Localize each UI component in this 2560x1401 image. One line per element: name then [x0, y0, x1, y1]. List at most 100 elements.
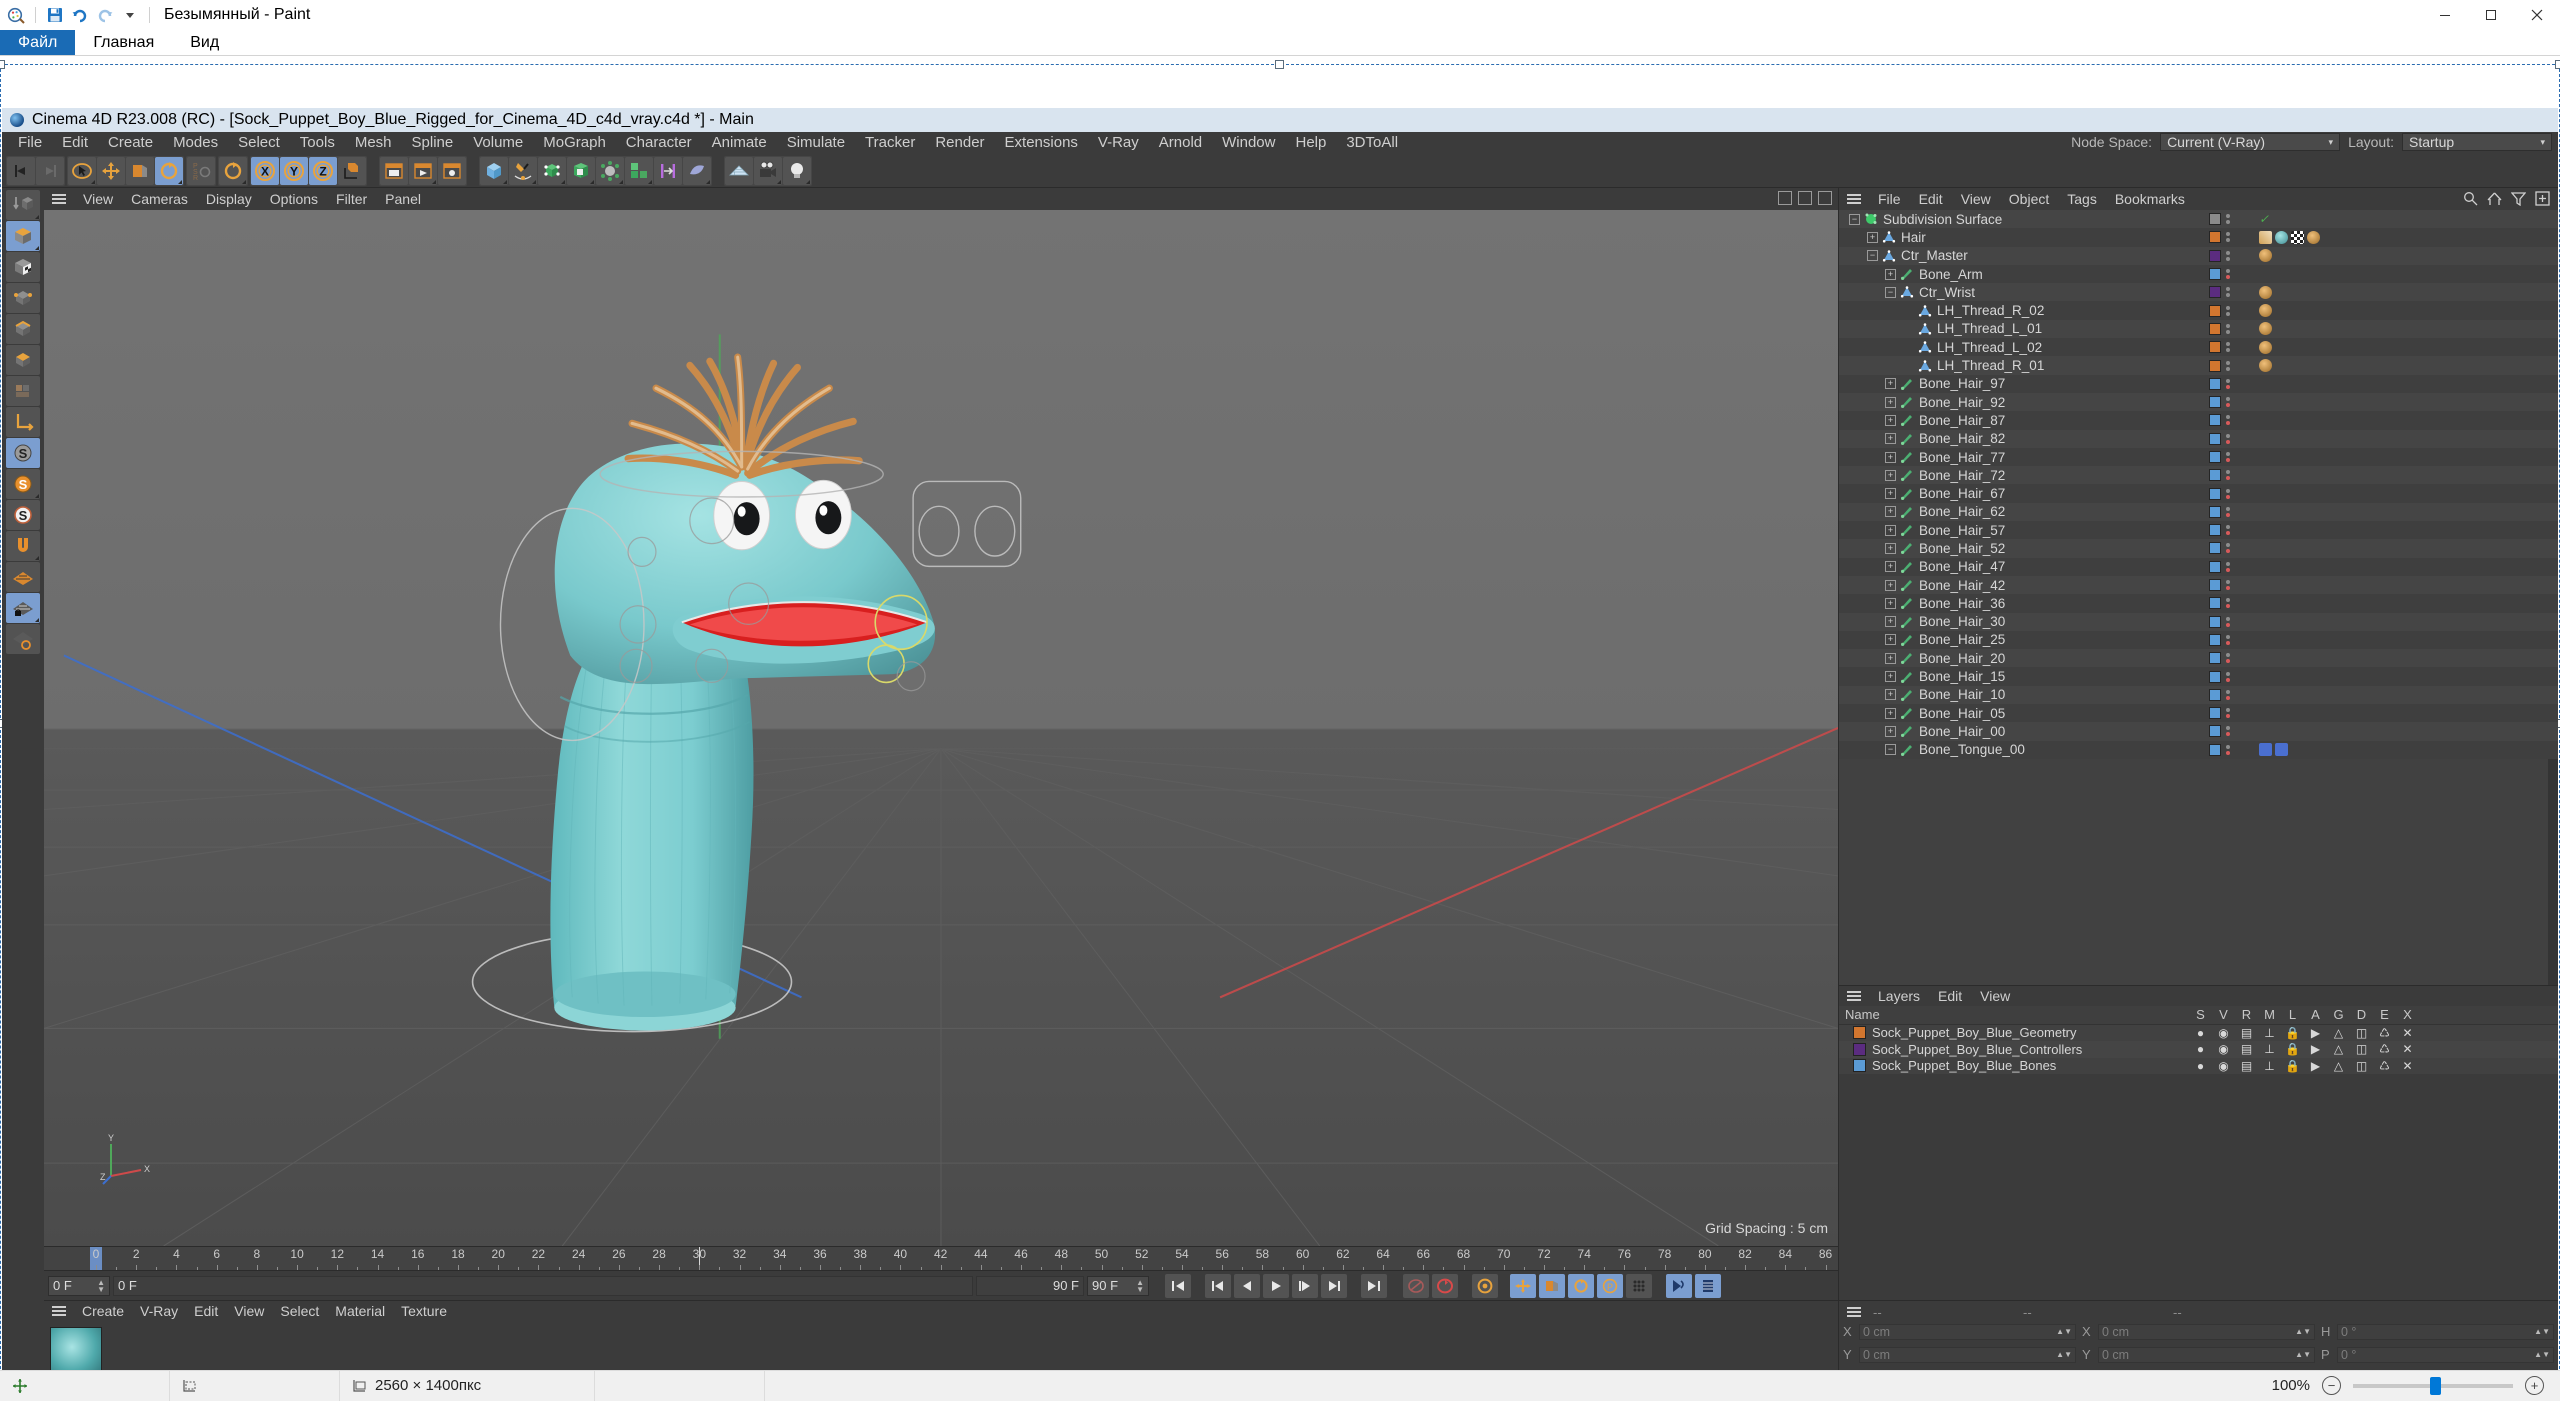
timeline-start-field[interactable]: 0 F — [113, 1276, 973, 1296]
object-layer-color-swatch[interactable] — [2209, 396, 2221, 408]
keyframe-selection-button[interactable] — [1472, 1274, 1498, 1298]
record-button[interactable] — [1432, 1274, 1458, 1298]
material-menu-create[interactable]: Create — [74, 1303, 132, 1319]
object-menu-bookmarks[interactable]: Bookmarks — [2106, 191, 2194, 207]
layer-row[interactable]: Sock_Puppet_Boy_Blue_Bones●◉▤⊥🔒▶△◫♺✕ — [1839, 1058, 2558, 1075]
object-layer-color-swatch[interactable] — [2209, 268, 2221, 280]
spinner-icon[interactable]: ▲▼ — [1136, 1279, 1144, 1293]
bone-tag[interactable] — [2259, 249, 2272, 262]
position-z-input[interactable]: 0 cm▲▼ — [1859, 1370, 2076, 1371]
field-button[interactable] — [683, 157, 711, 185]
autokey-button[interactable] — [1403, 1274, 1429, 1298]
menu-tracker[interactable]: Tracker — [855, 132, 925, 154]
magnet-button[interactable] — [6, 531, 40, 561]
material-menu-view[interactable]: View — [226, 1303, 272, 1319]
object-visibility-dots[interactable] — [2226, 562, 2230, 572]
object-visibility-dots[interactable] — [2226, 726, 2230, 736]
paint-app-icon[interactable] — [6, 5, 26, 25]
move-tool-button[interactable] — [97, 157, 125, 185]
layer-row[interactable]: Sock_Puppet_Boy_Blue_Controllers●◉▤⊥🔒▶△◫… — [1839, 1041, 2558, 1058]
layer-toggle-V[interactable]: ◉ — [2212, 1026, 2235, 1040]
size-x-input[interactable]: 0 cm▲▼ — [2098, 1324, 2315, 1340]
object-layer-color-swatch[interactable] — [2209, 652, 2221, 664]
tree-expand-icon[interactable]: + — [1885, 598, 1896, 609]
goto-start-button[interactable] — [1165, 1274, 1191, 1298]
floor-button[interactable] — [725, 157, 753, 185]
tree-expand-icon[interactable]: + — [1867, 232, 1878, 243]
object-visibility-dots[interactable] — [2226, 415, 2230, 425]
object-visibility-dots[interactable] — [2226, 672, 2230, 682]
menu-vray[interactable]: V-Ray — [1088, 132, 1149, 154]
object-visibility-dots[interactable] — [2226, 653, 2230, 663]
tree-expand-icon[interactable]: + — [1885, 415, 1896, 426]
spinner-icon[interactable]: ▲▼ — [97, 1279, 105, 1293]
ribbon-tab-file[interactable]: Файл — [0, 30, 75, 55]
viewport-split-layout-icon[interactable] — [1798, 191, 1812, 205]
material-menu-material[interactable]: Material — [327, 1303, 393, 1319]
key-rotation-button[interactable] — [1568, 1274, 1594, 1298]
object-visibility-dots[interactable] — [2226, 617, 2230, 627]
layer-column-header[interactable]: D — [2350, 1007, 2373, 1022]
bone-tag[interactable] — [2259, 359, 2272, 372]
tree-expand-icon[interactable]: + — [1885, 470, 1896, 481]
home-icon[interactable] — [2487, 191, 2502, 206]
layer-toggle-S[interactable]: ● — [2189, 1026, 2212, 1040]
zoom-in-button[interactable]: + — [2525, 1376, 2544, 1395]
snap-3d-button[interactable]: S — [6, 500, 40, 530]
tree-expand-icon[interactable]: + — [1885, 561, 1896, 572]
search-icon[interactable] — [2463, 191, 2478, 206]
object-manager-row[interactable]: +Bone_Hair_82 — [1839, 430, 2558, 448]
visible-check[interactable]: ✓ — [2259, 213, 2271, 225]
spinner-icon[interactable]: ▲▼ — [2534, 1351, 2550, 1358]
render-settings-button[interactable] — [438, 157, 466, 185]
object-visibility-dots[interactable] — [2226, 251, 2230, 261]
menu-create[interactable]: Create — [98, 132, 163, 154]
spinner-icon[interactable]: ▲▼ — [2295, 1328, 2311, 1335]
menu-mesh[interactable]: Mesh — [345, 132, 402, 154]
layer-column-header[interactable]: R — [2235, 1007, 2258, 1022]
object-layer-color-swatch[interactable] — [2209, 597, 2221, 609]
world-axis-button[interactable] — [338, 157, 366, 185]
layer-toggle-V[interactable]: ◉ — [2212, 1042, 2235, 1056]
menu-render[interactable]: Render — [925, 132, 994, 154]
nurbs-button[interactable] — [538, 157, 566, 185]
object-layer-color-swatch[interactable] — [2209, 360, 2221, 372]
spinner-icon[interactable]: ▲▼ — [2056, 1351, 2072, 1358]
layer-toggle-D[interactable]: ◫ — [2350, 1026, 2373, 1040]
object-visibility-dots[interactable] — [2226, 635, 2230, 645]
object-manager-row[interactable]: LH_Thread_L_01 — [1839, 320, 2558, 338]
maximize-button[interactable] — [2468, 0, 2514, 30]
object-menu-view[interactable]: View — [1952, 191, 2000, 207]
menu-select[interactable]: Select — [228, 132, 290, 154]
menu-animate[interactable]: Animate — [702, 132, 777, 154]
viewport-menu-panel[interactable]: Panel — [376, 188, 430, 210]
object-menu-object[interactable]: Object — [2000, 191, 2058, 207]
customize-qat-icon[interactable] — [120, 5, 140, 25]
material-menu-edit[interactable]: Edit — [186, 1303, 226, 1319]
spinner-icon[interactable]: ▲▼ — [2295, 1351, 2311, 1358]
object-manager-row[interactable]: LH_Thread_R_02 — [1839, 301, 2558, 319]
tree-expand-icon[interactable]: + — [1885, 653, 1896, 664]
tree-collapse-icon[interactable]: − — [1849, 214, 1860, 225]
bone-tag[interactable] — [2259, 341, 2272, 354]
redo-icon[interactable] — [95, 5, 115, 25]
layer-toggle-R[interactable]: ▤ — [2235, 1042, 2258, 1056]
layer-toggle-X[interactable]: ✕ — [2396, 1059, 2419, 1073]
ribbon-tab-view[interactable]: Вид — [172, 30, 237, 55]
object-visibility-dots[interactable] — [2226, 269, 2230, 279]
bone-tag[interactable] — [2259, 286, 2272, 299]
layer-manager-rows[interactable]: Sock_Puppet_Boy_Blue_Geometry●◉▤⊥🔒▶△◫♺✕S… — [1839, 1025, 2558, 1075]
object-manager-row[interactable]: +Bone_Hair_57 — [1839, 521, 2558, 539]
object-menu-tags[interactable]: Tags — [2058, 191, 2106, 207]
snap-enable-button[interactable]: S — [6, 438, 40, 468]
tree-expand-icon[interactable]: + — [1885, 506, 1896, 517]
material-menu-vray[interactable]: V-Ray — [132, 1303, 186, 1319]
layer-manager-hamburger-icon[interactable] — [1847, 991, 1861, 1001]
bone-tag[interactable] — [2259, 322, 2272, 335]
select-tool-button[interactable] — [68, 157, 96, 185]
object-manager-row[interactable]: +Bone_Hair_05 — [1839, 704, 2558, 722]
material-manager-hamburger-icon[interactable] — [52, 1306, 66, 1316]
minimize-button[interactable] — [2422, 0, 2468, 30]
spinner-icon[interactable]: ▲▼ — [2056, 1328, 2072, 1335]
menu-spline[interactable]: Spline — [402, 132, 464, 154]
